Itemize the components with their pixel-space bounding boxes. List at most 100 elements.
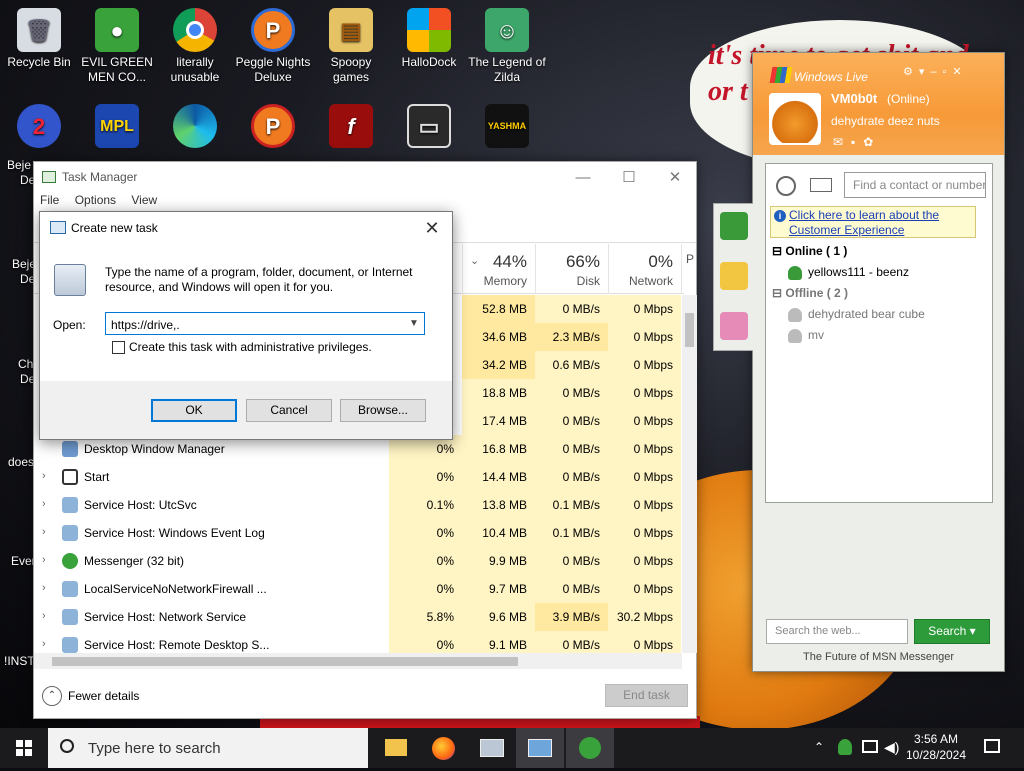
disk-cell: 0.1 MB/s [535,519,608,547]
table-row[interactable]: › Service Host: Windows Event Log 0% 10.… [34,519,684,547]
desktop-icon-hallodock[interactable]: HalloDock [390,8,468,70]
control-panel-icon[interactable] [468,728,516,768]
start-button[interactable] [0,728,48,768]
network-icon[interactable] [862,740,878,753]
list-view-icon[interactable] [810,178,832,192]
desktop-icon-peggle-2[interactable]: P [234,104,312,151]
desktop-icon-yashma[interactable]: YASHMA [468,104,546,151]
messenger-taskbar-icon[interactable] [566,728,614,768]
expand-chevron-icon[interactable]: › [42,470,52,482]
close-button[interactable]: ✕ [418,215,446,241]
scrollbar-thumb[interactable] [685,313,694,347]
desktop-icon-bejeweled[interactable]: 2 [0,104,78,151]
desktop-icon-literally-unusable[interactable]: literally unusable [156,8,234,85]
cancel-button[interactable]: Cancel [246,399,332,422]
notification-icon[interactable] [984,739,1000,753]
sort-chevron-icon[interactable]: ⌄ [470,254,479,267]
browse-button[interactable]: Browse... [340,399,426,422]
info-link-text[interactable]: Click here to learn about the Customer E… [789,208,939,237]
expand-chevron-icon[interactable]: › [42,638,52,650]
table-row[interactable]: › Service Host: Remote Desktop S... 0% 9… [34,631,684,653]
expand-chevron-icon[interactable]: › [42,582,52,594]
avatar[interactable] [769,93,821,145]
bell-icon[interactable] [720,262,748,290]
ok-button[interactable]: OK [151,399,237,422]
search-button[interactable]: Search ▾ [914,619,990,644]
desktop-icon-recycle-bin[interactable]: 🗑 Recycle Bin [0,8,78,70]
menu-file[interactable]: File [40,193,59,207]
horizontal-scrollbar[interactable] [34,653,682,669]
maximize-button[interactable]: ☐ [606,162,652,193]
file-explorer-icon[interactable] [372,728,420,768]
customer-experience-link[interactable]: i Click here to learn about the Customer… [770,206,976,238]
vertical-scrollbar[interactable] [682,295,697,653]
table-row[interactable]: › Service Host: Network Service 5.8% 9.6… [34,603,684,631]
desktop-icon-flash[interactable]: f [312,104,390,151]
task-manager-titlebar[interactable]: Task Manager — ☐ ✕ [34,162,696,193]
open-combobox-input[interactable] [105,312,425,335]
fewer-details-link[interactable]: Fewer details [68,689,139,703]
web-search-input[interactable]: Search the web... [766,619,908,644]
table-row[interactable]: › Start 0% 14.4 MB 0 MB/s 0 Mbps [34,463,684,491]
dialog-titlebar[interactable]: Create new task ✕ [40,212,452,244]
bejeweled-icon: 2 [17,104,61,148]
status-dropdown[interactable]: (Online) [887,92,930,106]
chevron-up-icon[interactable]: ⌃ [814,740,824,754]
find-contact-input[interactable]: Find a contact or number [844,172,986,198]
desktop-icon-legend-of-zilda[interactable]: ☺ The Legend of Zilda [468,8,546,85]
personal-message[interactable]: dehydrate deez nuts [831,114,940,128]
desktop-icon-spoopy-games[interactable]: ▤ Spoopy games [312,8,390,85]
contact-item[interactable]: dehydrated bear cube [808,307,925,321]
expand-chevron-icon[interactable]: › [42,610,52,622]
disk-usage-percent: 66% [565,252,600,271]
desktop-icon-mpl[interactable]: MPL [78,104,156,151]
contacts-tab-icon[interactable] [720,212,748,240]
online-group-header[interactable]: ⊟ Online ( 1 ) [772,244,847,258]
mail-folder-icons[interactable]: ✉▪✿ [833,135,881,149]
clock[interactable]: 3:56 AM 10/28/2024 [896,731,976,763]
process-name: Service Host: UtcSvc [84,498,197,512]
admin-privileges-label[interactable]: Create this task with administrative pri… [129,340,372,354]
messenger-tray-icon[interactable] [838,739,852,755]
network-cell: 0 Mbps [608,491,681,519]
windows-live-logo [769,67,793,83]
menu-options[interactable]: Options [75,193,116,207]
chevron-down-icon[interactable]: ▼ [405,313,423,334]
contact-item[interactable]: yellows111 - beenz [808,265,909,279]
table-row[interactable]: › LocalServiceNoNetworkFirewall ... 0% 9… [34,575,684,603]
table-row[interactable]: › Service Host: UtcSvc 0.1% 13.8 MB 0.1 … [34,491,684,519]
disk-cell: 0 MB/s [535,379,608,407]
scrollbar-thumb[interactable] [52,657,518,666]
task-manager-taskbar-icon[interactable] [516,728,564,768]
run-program-icon [54,264,86,296]
expand-chevron-icon[interactable]: › [42,554,52,566]
expand-chevron-icon[interactable]: › [42,498,52,510]
chevron-up-icon[interactable]: ⌃ [42,686,62,706]
firefox-icon[interactable] [420,728,468,768]
menu-view[interactable]: View [131,193,157,207]
flowers-icon[interactable] [720,312,748,340]
column-disk[interactable]: 66% Disk [535,244,608,294]
username[interactable]: VM0b0t [831,91,877,106]
window-controls[interactable]: ⚙▾–▫✕ [903,65,968,78]
offline-group-header[interactable]: ⊟ Offline ( 2 ) [772,286,848,300]
desktop-icon-peggle[interactable]: P Peggle Nights Deluxe [234,8,312,85]
admin-privileges-checkbox[interactable] [112,341,125,354]
column-power[interactable]: P [681,244,695,294]
minimize-button[interactable]: — [560,162,606,193]
menu-bar: File Options View [34,193,696,213]
add-contact-icon[interactable] [776,176,796,196]
taskbar-search-box[interactable]: Type here to search [48,728,368,768]
clock-time: 3:56 AM [913,732,959,746]
end-task-button[interactable]: End task [605,684,688,707]
desktop-icon-evil-green-men[interactable]: ● EVIL GREEN MEN CO... [78,8,156,85]
desktop-icon-edge[interactable] [156,104,234,151]
table-row[interactable]: › Messenger (32 bit) 0% 9.9 MB 0 MB/s 0 … [34,547,684,575]
column-memory[interactable]: 44% Memory [462,244,535,294]
contact-item[interactable]: mv [808,328,824,342]
column-network[interactable]: 0% Network [608,244,681,294]
expand-chevron-icon[interactable]: › [42,526,52,538]
desktop-icon-rdp[interactable]: ▭ [390,104,468,151]
desktop-partial-label: Beje [7,158,32,172]
close-button[interactable]: ✕ [652,162,698,193]
